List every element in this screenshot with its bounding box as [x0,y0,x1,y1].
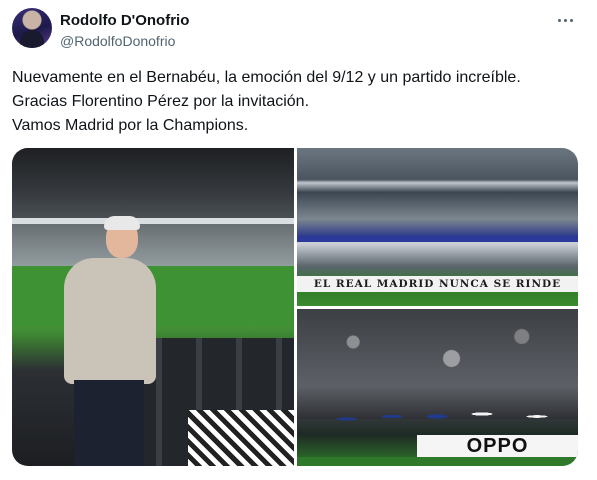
tweet-text: Nuevamente en el Bernabéu, la emoción de… [12,66,582,138]
box-roof [12,148,294,218]
more-dot [569,18,573,22]
ad-board [297,236,578,242]
photo-celebration[interactable]: OPPO [297,309,578,466]
avatar-figure [20,30,44,48]
tweet: Rodolfo D'Onofrio @RodolfoDonofrio Nueva… [0,0,597,480]
author-handle[interactable]: @RodolfoDonofrio [60,32,175,50]
person-hair [104,216,140,230]
patterned-chair [188,410,294,466]
photo-stadium-banner[interactable]: EL REAL MADRID NUNCA SE RINDE [297,148,578,306]
pitch [297,457,578,466]
crowd-banner: EL REAL MADRID NUNCA SE RINDE [297,276,578,292]
glass-rail [12,218,294,224]
avatar[interactable] [12,8,52,48]
tweet-line: Vamos Madrid por la Champions. [12,117,249,134]
more-dot [557,18,561,22]
media-grid: EL REAL MADRID NUNCA SE RINDE OPPO [12,148,578,466]
author-name[interactable]: Rodolfo D'Onofrio [60,12,189,30]
photo-stadium-box[interactable] [12,148,294,466]
sponsor-board: OPPO [417,435,578,457]
person-body [64,258,156,384]
person-legs [74,380,144,466]
more-icon[interactable] [553,10,577,30]
more-dot [563,18,567,22]
tweet-line: Nuevamente en el Bernabéu, la emoción de… [12,69,521,86]
tweet-line: Gracias Florentino Pérez por la invitaci… [12,93,310,110]
players [317,389,567,439]
